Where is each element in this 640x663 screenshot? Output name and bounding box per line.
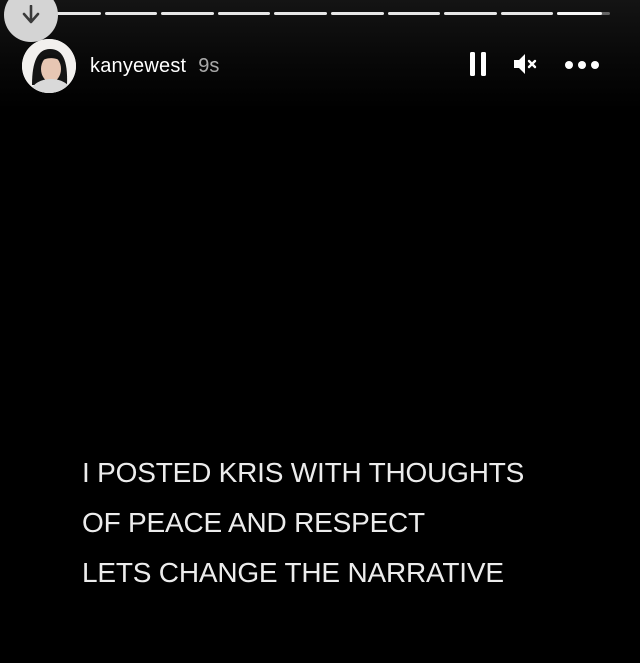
caption-line: I POSTED KRIS WITH THOUGHTS — [82, 457, 525, 488]
progress-segment — [387, 12, 441, 15]
mute-button[interactable] — [512, 52, 540, 81]
progress-segment — [104, 12, 158, 15]
download-button[interactable] — [4, 0, 58, 42]
story-viewer: kanyewest 9s I POSTED KRIS WITH THOUGHTS… — [0, 0, 640, 663]
progress-segment — [274, 12, 327, 15]
timestamp: 9s — [198, 54, 220, 77]
story-progress-bar — [48, 12, 610, 15]
username[interactable]: kanyewest — [90, 55, 186, 78]
story-caption: I POSTED KRIS WITH THOUGHTS OF PEACE AND… — [82, 448, 524, 598]
progress-segment — [161, 12, 214, 15]
pause-icon — [468, 51, 488, 82]
caption-line: LETS CHANGE THE NARRATIVE — [82, 557, 504, 588]
progress-segment — [217, 12, 271, 15]
caption-line: OF PEACE AND RESPECT — [82, 507, 425, 538]
story-controls — [468, 51, 600, 82]
progress-segment — [330, 12, 384, 15]
speaker-muted-icon — [512, 52, 540, 81]
more-horizontal-icon — [564, 57, 600, 75]
story-header: kanyewest 9s — [22, 39, 600, 93]
avatar[interactable] — [22, 39, 76, 93]
progress-segment — [444, 12, 497, 15]
progress-segment — [500, 12, 554, 15]
arrow-down-icon — [22, 4, 40, 30]
more-options-button[interactable] — [564, 57, 600, 75]
pause-button[interactable] — [468, 51, 488, 82]
progress-segment-fill — [557, 12, 603, 15]
progress-segment-current — [557, 12, 610, 15]
